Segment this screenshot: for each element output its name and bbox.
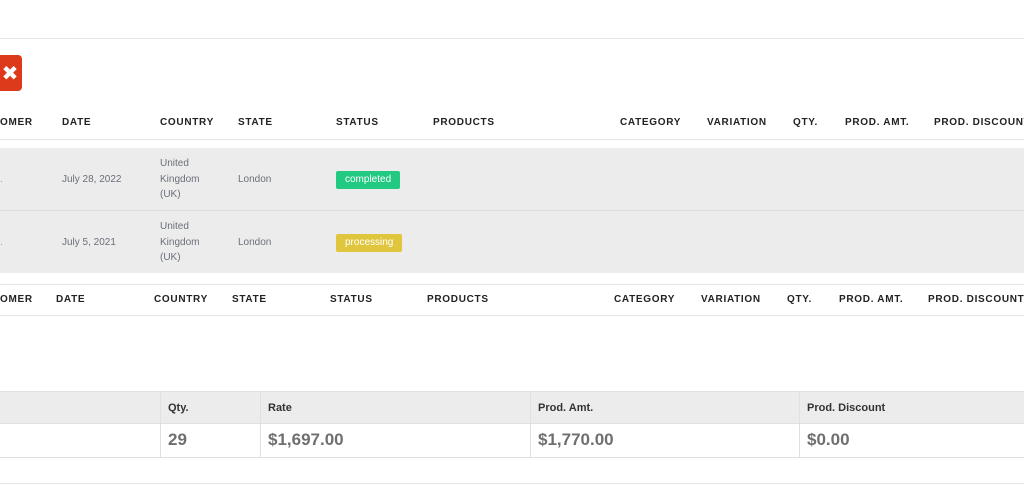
customer-cell: .	[0, 174, 3, 185]
state-cell: London	[238, 237, 272, 248]
summary-col-divider	[799, 391, 800, 458]
status-badge: processing	[336, 234, 403, 252]
foot-col-variation[interactable]: VARIATION	[701, 294, 761, 305]
col-date[interactable]: DATE	[62, 117, 91, 128]
col-prod-amt[interactable]: PROD. AMT.	[845, 117, 909, 128]
foot-col-products[interactable]: PRODUCTS	[427, 294, 489, 305]
foot-col-category[interactable]: CATEGORY	[614, 294, 675, 305]
col-category[interactable]: CATEGORY	[620, 117, 681, 128]
bottom-divider	[0, 483, 1024, 484]
col-customer[interactable]: OMER	[0, 117, 33, 128]
footer-bottom-divider	[0, 315, 1024, 316]
summary-prod-discount-label: Prod. Discount	[807, 402, 886, 414]
summary-rate-label: Rate	[268, 402, 292, 414]
summary-prod-amt-label: Prod. Amt.	[538, 402, 594, 414]
summary-col-divider	[530, 391, 531, 458]
table-row[interactable]	[0, 211, 1024, 273]
col-state[interactable]: STATE	[238, 117, 273, 128]
summary-col-divider	[260, 391, 261, 458]
summary-qty-value: 29	[168, 430, 187, 449]
col-prod-discount[interactable]: PROD. DISCOUNT	[934, 117, 1024, 128]
summary-rate-value: $1,697.00	[268, 430, 344, 449]
foot-col-prod-discount[interactable]: PROD. DISCOUNT	[928, 294, 1024, 305]
summary-value-row	[0, 424, 1024, 458]
foot-col-prod-amt[interactable]: PROD. AMT.	[839, 294, 903, 305]
close-button[interactable]: ✖	[0, 55, 22, 91]
summary-prod-amt-value: $1,770.00	[538, 430, 614, 449]
foot-col-status[interactable]: STATUS	[330, 294, 373, 305]
col-status[interactable]: STATUS	[336, 117, 379, 128]
summary-qty-label: Qty.	[168, 402, 189, 414]
col-qty[interactable]: QTY.	[793, 117, 818, 128]
header-divider	[0, 139, 1024, 140]
close-icon: ✖	[1, 62, 19, 85]
foot-col-date[interactable]: DATE	[56, 294, 85, 305]
col-variation[interactable]: VARIATION	[707, 117, 767, 128]
foot-col-qty[interactable]: QTY.	[787, 294, 812, 305]
customer-cell: .	[0, 237, 3, 248]
state-cell: London	[238, 174, 272, 185]
foot-col-customer[interactable]: OMER	[0, 294, 33, 305]
date-cell: July 28, 2022	[62, 174, 122, 185]
country-cell: United Kingdom (UK)	[160, 221, 200, 263]
summary-prod-discount-value: $0.00	[807, 430, 850, 449]
foot-col-country[interactable]: COUNTRY	[154, 294, 208, 305]
footer-top-divider	[0, 284, 1024, 285]
col-products[interactable]: PRODUCTS	[433, 117, 495, 128]
table-row[interactable]	[0, 148, 1024, 210]
foot-col-state[interactable]: STATE	[232, 294, 267, 305]
status-badge: completed	[336, 171, 401, 189]
date-cell: July 5, 2021	[62, 237, 116, 248]
summary-col-divider	[160, 391, 161, 458]
col-country[interactable]: COUNTRY	[160, 117, 214, 128]
top-divider	[0, 38, 1024, 39]
country-cell: United Kingdom (UK)	[160, 158, 200, 200]
